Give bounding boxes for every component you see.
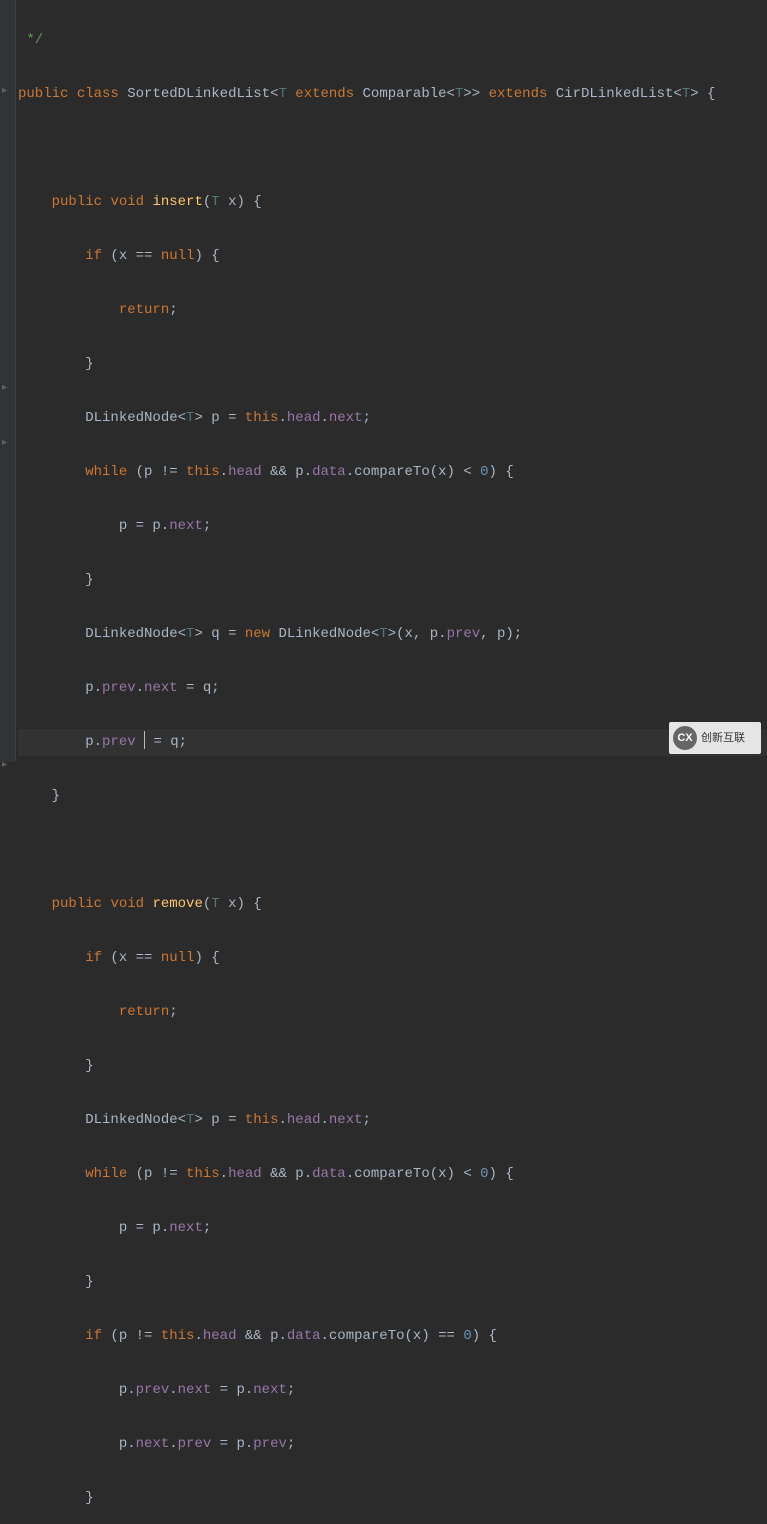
method-remove: remove [152,896,202,912]
watermark-logo-icon: CX [673,726,697,750]
current-line: p.prev = q; [18,729,767,756]
code-editor[interactable]: */ public class SortedDLinkedList<T exte… [0,0,767,1524]
text-cursor [144,731,145,749]
keyword-public: public [18,86,68,102]
method-insert: insert [152,194,202,210]
watermark: CX 创新互联 [669,722,761,754]
watermark-text: 创新互联 [701,733,745,744]
editor-gutter: ▸ ▸ ▸ ▸ [0,0,16,762]
method-close-marker-icon: ▸ [2,752,12,762]
class-name: SortedDLinkedList [127,86,270,102]
method-marker-icon: ▸ [2,78,12,88]
keyword-class: class [77,86,119,102]
comment-end: */ [18,32,43,48]
method-close-marker-icon: ▸ [2,375,12,385]
method-marker-icon: ▸ [2,430,12,440]
